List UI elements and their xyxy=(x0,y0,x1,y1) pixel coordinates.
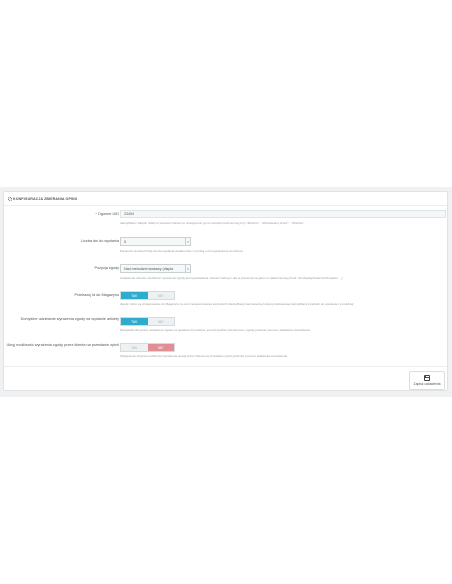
chevron-down-icon: ▾ xyxy=(185,238,190,245)
shop-id-input[interactable]: 23454 xyxy=(120,210,446,218)
switch-yes[interactable]: TAK xyxy=(121,344,148,351)
hide-consent-switch[interactable]: TAK NIE xyxy=(120,343,175,352)
switch-no[interactable]: NIE xyxy=(148,292,175,299)
panel-title: KONFIGURACJA ZBIERANIA OPINII xyxy=(13,196,77,201)
position-help: Ustawienia określa możliwość wyrażenia z… xyxy=(120,276,343,280)
switch-no[interactable]: NIE xyxy=(148,318,175,325)
floppy-disk-icon xyxy=(424,375,430,381)
panel-heading: KONFIGURACJA ZBIERANIA OPINII xyxy=(4,192,447,206)
send-to-shop-label: Przekazuj id do Magazynu xyxy=(74,293,119,297)
send-to-shop-help: Zgody, które są zintegrowane do Magazynu… xyxy=(120,302,354,306)
save-button-label: Zapisz ustawienia xyxy=(413,382,441,386)
panel-footer: Zapisz ustawienia xyxy=(4,366,447,392)
shop-id-help: Identyfikator Sklepu (UID) w serwisie Op… xyxy=(120,221,304,225)
shop-id-label: * Ogonne UID xyxy=(95,212,119,216)
send-to-shop-switch[interactable]: TAK NIE xyxy=(120,291,175,300)
config-panel: KONFIGURACJA ZBIERANIA OPINII * Ogonne U… xyxy=(3,191,448,391)
switch-no[interactable]: NIE xyxy=(147,344,174,351)
default-consent-help: Wyświetla domyślne ustawienie zgody na w… xyxy=(120,328,310,332)
default-consent-label: Domyślne udzielanie wyrażenia zgody na w… xyxy=(20,317,119,321)
chevron-down-icon: ▾ xyxy=(185,265,190,272)
hide-consent-label: Ukryj możliwość wyrażenia zgody przez kl… xyxy=(6,343,119,347)
default-consent-switch[interactable]: TAK NIE xyxy=(120,317,175,326)
days-select[interactable]: 5 ▾ xyxy=(120,237,191,246)
days-label: Liczba dni do wysłania xyxy=(81,239,119,243)
hide-consent-help: Wyłączenie ukrycia możliwości wyrażenia … xyxy=(120,354,288,358)
save-button[interactable]: Zapisz ustawienia xyxy=(409,371,445,390)
gear-icon xyxy=(8,196,12,201)
switch-yes[interactable]: TAK xyxy=(121,318,148,325)
days-help: Parametr określa liczbę dni do wysłania … xyxy=(120,249,243,253)
position-label: Pozycja zgody xyxy=(94,266,119,270)
required-mark: * xyxy=(95,212,97,216)
position-select[interactable]: Nad metodami dostawy (displa ▾ xyxy=(120,264,191,273)
switch-yes[interactable]: TAK xyxy=(121,292,148,299)
